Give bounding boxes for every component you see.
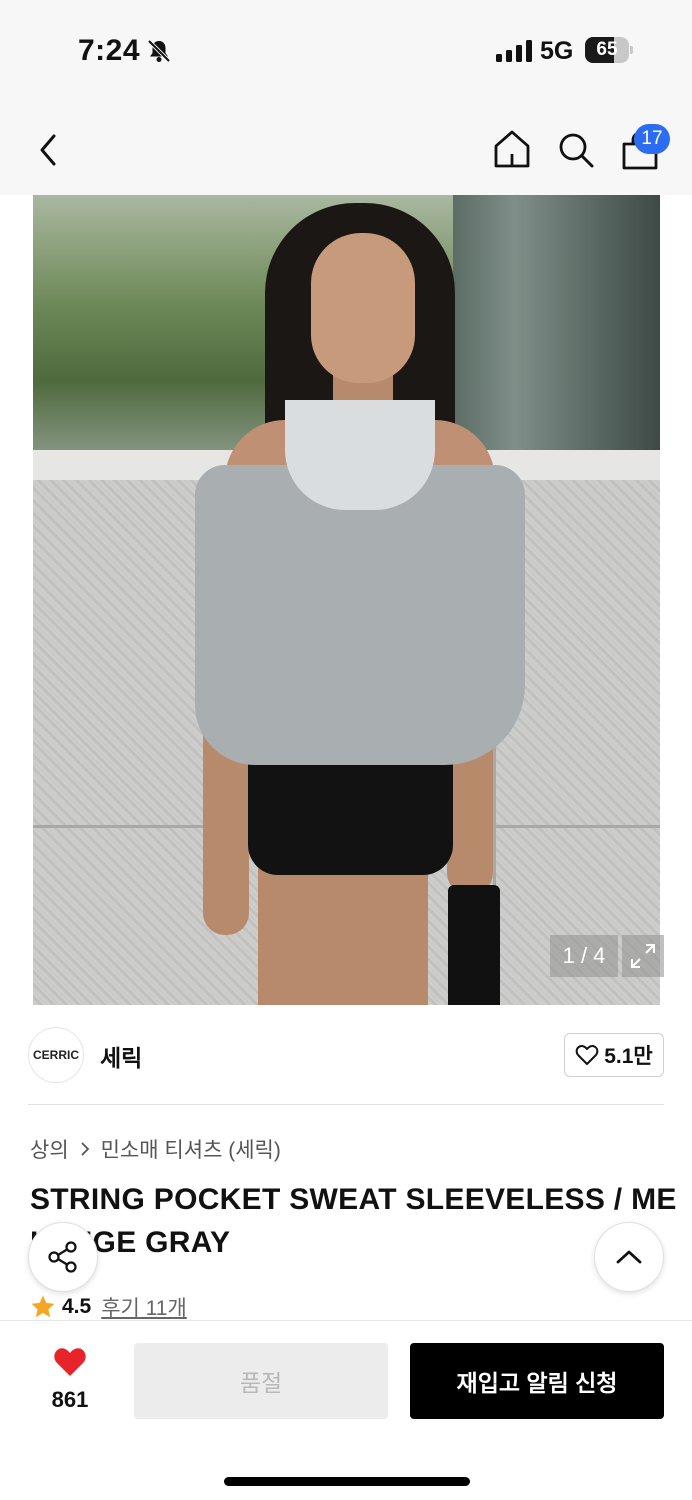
breadcrumb-category[interactable]: 상의 [30,1134,69,1164]
battery-icon: 65 [585,37,633,63]
product-image[interactable] [33,195,660,1005]
soldout-button: 품절 [134,1343,388,1419]
battery-level: 65 [596,39,618,60]
image-counter: 1 / 4 [550,935,618,977]
review-link[interactable]: 후기 11개 [101,1292,187,1322]
status-time: 7:24 [78,34,141,67]
chevron-right-icon [81,1142,89,1156]
brand-logo[interactable]: CERRIC [28,1027,84,1083]
brand-like-count: 5.1만 [604,1045,653,1068]
restock-alert-button[interactable]: 재입고 알림 신청 [410,1343,664,1419]
rating-row: 4.5 후기 11개 [30,1292,187,1322]
top-nav-bar [0,100,692,195]
brand-logo-text: CERRIC [32,1048,79,1062]
chevron-up-icon [616,1250,642,1264]
search-icon[interactable] [556,130,596,170]
bottom-action-bar: 861 품절 재입고 알림 신청 [0,1320,692,1500]
wish-count: 861 [51,1387,89,1412]
divider [28,1104,664,1105]
home-indicator [224,1477,470,1486]
scroll-top-button[interactable] [594,1222,664,1292]
chevron-left-icon[interactable] [30,130,66,170]
expand-image-button[interactable] [622,935,664,977]
breadcrumb-subcategory[interactable]: 민소매 티셔츠 (세릭) [101,1134,281,1164]
brand-name[interactable]: 세릭 [100,1039,142,1073]
brand-row: CERRIC 세릭 5.1만 [0,1005,692,1105]
signal-icon [496,40,532,62]
home-icon[interactable] [492,128,532,170]
heart-outline-icon [575,1045,599,1065]
rating-value: 4.5 [62,1295,92,1318]
star-icon [31,1295,55,1318]
network-label: 5G [540,37,574,65]
cart-count-badge: 17 [634,124,670,154]
bell-slash-icon [147,39,171,63]
breadcrumb: 상의 민소매 티셔츠 (세릭) [30,1134,281,1164]
product-title: STRING POCKET SWEAT SLEEVELESS / ME [30,1183,677,1216]
status-bar: 7:24 5G 65 [0,0,692,100]
heart-filled-icon[interactable] [52,1345,88,1379]
share-icon [48,1241,77,1273]
brand-like-button[interactable]: 5.1만 [564,1033,664,1077]
share-button[interactable] [28,1222,98,1292]
expand-icon [631,944,655,968]
